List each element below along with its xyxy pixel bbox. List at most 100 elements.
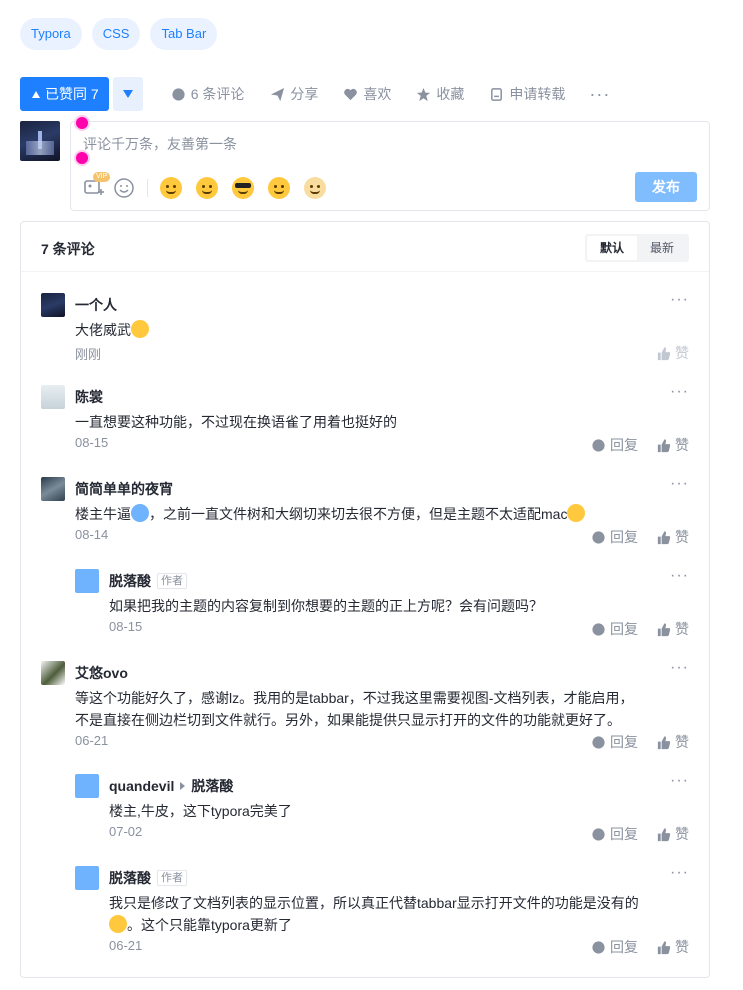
- comment-author[interactable]: 脱落酸 作者: [109, 868, 187, 888]
- avatar[interactable]: [75, 569, 99, 593]
- publish-button[interactable]: 发布: [635, 172, 697, 202]
- comment-text: 等这个功能好久了，感谢lz。我用的是tabbar，不过我这里需要视图-文档列表，…: [75, 690, 634, 728]
- comment-item: 陈裳 ··· 一直想要这种功能，不过现在换语雀了用着也挺好的 08-15 回复 …: [41, 383, 689, 455]
- comment-item: 一个人 ··· 大佬威武 刚刚 赞: [41, 291, 689, 363]
- comment-ops: 回复 赞: [591, 824, 689, 844]
- avatar[interactable]: [41, 477, 65, 501]
- emoji-grin-icon[interactable]: [268, 177, 290, 199]
- reply-bubble-icon: [592, 438, 605, 452]
- pin-marker-icon: [76, 117, 88, 129]
- image-upload-button[interactable]: VIP: [83, 172, 111, 200]
- star-icon: [417, 87, 431, 101]
- emoji-mask-icon[interactable]: [304, 177, 326, 199]
- comment-ops: 回复 赞: [591, 937, 689, 957]
- comment-more-button[interactable]: ···: [670, 291, 689, 309]
- comment-like-button[interactable]: 赞: [656, 435, 689, 455]
- author-badge: 作者: [157, 870, 187, 886]
- avatar[interactable]: [41, 661, 65, 685]
- comment-like-button[interactable]: 赞: [656, 527, 689, 547]
- reply-item: 脱落酸 作者 ··· 我只是修改了文档列表的显示位置，所以真正代替tabbar显示…: [75, 864, 689, 958]
- comment-time: 06-21: [109, 938, 143, 953]
- comment-author[interactable]: 陈裳: [75, 387, 103, 407]
- comment-action-label: 6 条评论: [190, 86, 245, 102]
- avatar[interactable]: [41, 385, 65, 409]
- avatar[interactable]: [75, 866, 99, 890]
- reply-bubble-icon: [592, 622, 605, 636]
- comment-action[interactable]: 6 条评论: [171, 84, 245, 104]
- heart-icon: [344, 88, 358, 100]
- emoji-laugh-cry-icon: [567, 504, 586, 522]
- comment-author[interactable]: 脱落酸 作者: [109, 571, 187, 591]
- comment-reply-button[interactable]: 回复: [591, 619, 638, 639]
- tag-typora[interactable]: Typora: [20, 18, 82, 50]
- comment-text: 一直想要这种功能，不过现在换语雀了用着也挺好的: [75, 414, 397, 430]
- emoji-sunglasses-icon[interactable]: [232, 177, 254, 199]
- article-action-bar: 已赞同 7 6 条评论 分享 喜欢 收藏 申请转载 ···: [20, 77, 610, 111]
- avatar[interactable]: [75, 774, 99, 798]
- comment-like-button[interactable]: 赞: [656, 937, 689, 957]
- share-action[interactable]: 分享: [270, 84, 318, 104]
- tag-tab-bar[interactable]: Tab Bar: [150, 18, 218, 50]
- emoji-kiss-icon: [131, 320, 149, 338]
- downvote-button[interactable]: [112, 77, 143, 111]
- emoji-picker-icon[interactable]: [113, 177, 135, 199]
- vip-badge: VIP: [93, 172, 111, 182]
- comment-like-button[interactable]: 赞: [656, 824, 689, 844]
- comment-ops: 回复 赞: [591, 619, 689, 639]
- comment-author[interactable]: 简简单单的夜宵: [75, 479, 173, 499]
- comment-reply-button[interactable]: 回复: [591, 824, 638, 844]
- emoji-kiss-icon[interactable]: [160, 177, 182, 199]
- comment-ops: 赞: [656, 343, 689, 363]
- comment-more-button[interactable]: ···: [670, 864, 689, 882]
- share-action-label: 分享: [290, 86, 319, 102]
- comment-like-button[interactable]: 赞: [656, 732, 689, 752]
- comment-more-button[interactable]: ···: [670, 475, 689, 493]
- sort-default-tab[interactable]: 默认: [586, 236, 637, 260]
- comment-ops: 回复 赞: [591, 732, 689, 752]
- avatar[interactable]: [41, 293, 65, 317]
- reply-target[interactable]: 脱落酸: [191, 776, 233, 796]
- comment-ops: 回复 赞: [591, 527, 689, 547]
- comment-like-button[interactable]: 赞: [656, 619, 689, 639]
- comment-author[interactable]: 艾悠ovo: [75, 663, 128, 683]
- comment-more-button[interactable]: ···: [670, 567, 689, 585]
- comment-more-button[interactable]: ···: [670, 659, 689, 677]
- favorite-action[interactable]: 收藏: [416, 84, 464, 104]
- comment-more-button[interactable]: ···: [670, 772, 689, 790]
- current-user-avatar: [20, 121, 60, 161]
- reply-bubble-icon: [592, 940, 605, 954]
- comment-editor[interactable]: 评论千万条，友善第一条 VIP 发布: [70, 121, 710, 211]
- reply-bubble-icon: [592, 827, 605, 841]
- comment-reply-button[interactable]: 回复: [591, 435, 638, 455]
- sort-latest-tab[interactable]: 最新: [637, 236, 687, 260]
- reply-arrow-icon: [180, 782, 186, 790]
- repost-request-action[interactable]: 申请转载: [489, 84, 565, 104]
- comment-like-button[interactable]: 赞: [656, 343, 689, 363]
- comment-time: 08-15: [75, 435, 109, 450]
- comment-more-button[interactable]: ···: [670, 383, 689, 401]
- comment-time: 刚刚: [75, 347, 102, 362]
- thumbs-up-icon: [657, 530, 671, 544]
- comment-reply-button[interactable]: 回复: [591, 527, 638, 547]
- like-action-label: 喜欢: [363, 86, 392, 102]
- tag-css[interactable]: CSS: [91, 18, 141, 50]
- document-icon: [491, 87, 503, 101]
- thumbs-up-icon: [657, 346, 671, 360]
- comment-reply-button[interactable]: 回复: [591, 937, 638, 957]
- comment-reply-button[interactable]: 回复: [591, 732, 638, 752]
- repost-action-label: 申请转载: [509, 86, 566, 102]
- editor-toolbar: VIP: [83, 172, 334, 200]
- comment-item: 简简单单的夜宵 ··· 楼主牛逼 ，之前一直文件树和大纲切来切去很不方便，但是主题…: [41, 475, 689, 547]
- reply-item: quandevil 脱落酸 ··· 楼主,牛皮，这下typora完美了 07-02…: [75, 772, 689, 844]
- comment-author[interactable]: quandevil 脱落酸: [109, 776, 233, 796]
- emoji-unamused-icon[interactable]: [196, 177, 218, 199]
- comment-time: 08-15: [109, 619, 143, 634]
- like-action[interactable]: 喜欢: [343, 84, 391, 104]
- comment-author[interactable]: 一个人: [75, 295, 117, 315]
- comment-text: 大佬威武: [75, 319, 149, 341]
- upvote-button[interactable]: 已赞同 7: [20, 77, 109, 111]
- comment-input[interactable]: 评论千万条，友善第一条: [83, 134, 237, 154]
- comment-ops: 回复 赞: [591, 435, 689, 455]
- more-actions-button[interactable]: ···: [589, 84, 610, 105]
- comment-time: 06-21: [75, 733, 109, 748]
